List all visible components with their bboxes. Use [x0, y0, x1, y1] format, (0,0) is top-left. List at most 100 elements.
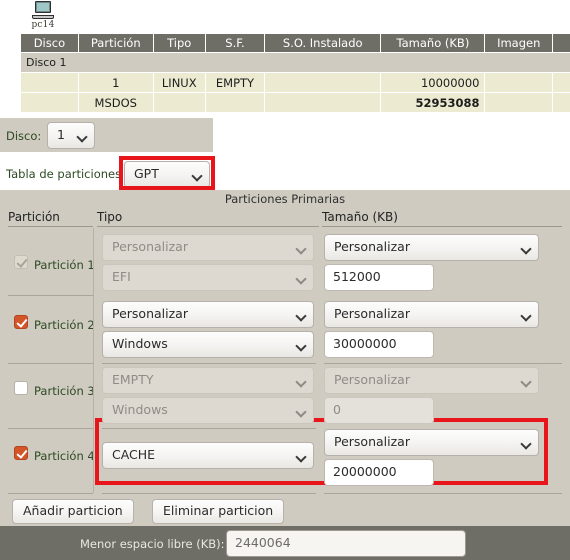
divider: [322, 226, 562, 227]
partition-1-checkbox[interactable]: [14, 255, 28, 269]
partition-row-3: Partición 3 EMPTY Windows Personalizar 0: [0, 364, 570, 429]
partition-2-type-preset-select[interactable]: Personalizar: [102, 301, 314, 328]
partition-3-size-preset-select[interactable]: Personalizar: [324, 367, 539, 394]
partition-3-type-preset-select[interactable]: EMPTY: [102, 367, 314, 394]
cell-tipo: LINUX: [153, 73, 205, 92]
divider: [102, 493, 316, 494]
chevron-down-icon: [297, 275, 306, 280]
cell-imagen: [485, 93, 552, 112]
col-so[interactable]: S.O. Instalado: [265, 34, 381, 52]
cell-particion: MSDOS: [78, 93, 153, 112]
chevron-down-icon: [297, 342, 306, 347]
col-extra[interactable]: [553, 34, 570, 52]
partition-2-size-input[interactable]: 30000000: [324, 331, 434, 358]
table-row[interactable]: 1 LINUX EMPTY 10000000: [21, 73, 570, 92]
header-tamano: Tamaño (KB): [322, 210, 398, 224]
host-label: pc14: [31, 20, 55, 30]
cell-so: [265, 73, 381, 92]
cell-extra: [553, 73, 570, 92]
free-space-label: Menor espacio libre (KB):: [80, 537, 225, 551]
computer-icon: [32, 1, 54, 19]
partition-1-type-value: EFI: [112, 269, 131, 284]
partition-2-type-preset-value: Personalizar: [112, 306, 188, 321]
partition-3-size-input[interactable]: 0: [324, 397, 434, 424]
partition-row-1: Partición 1 Personalizar EFI Personaliza…: [0, 228, 570, 296]
chevron-down-icon: [297, 378, 306, 383]
cell-tipo: [153, 93, 205, 112]
partition-1-type-preset-value: Personalizar: [112, 239, 188, 254]
col-sf[interactable]: S.F.: [205, 34, 265, 52]
remove-partition-button[interactable]: Eliminar particion: [152, 499, 285, 524]
add-partition-button[interactable]: Añadir particion: [12, 499, 134, 524]
partition-3-checkbox[interactable]: [14, 381, 28, 395]
divider: [8, 226, 93, 227]
partition-1-size-preset-value: Personalizar: [334, 239, 410, 254]
chevron-down-icon: [522, 245, 531, 250]
partition-4-size-input[interactable]: 20000000: [324, 459, 434, 486]
partition-button-bar: Añadir particion Eliminar particion: [0, 496, 570, 526]
partition-1-size-input[interactable]: 512000: [324, 264, 434, 291]
partition-table-value: GPT: [134, 166, 159, 181]
partition-4-checkbox[interactable]: [14, 446, 28, 460]
divider: [97, 226, 319, 227]
host-icon-block: pc14: [20, 1, 66, 30]
cell-tamano: 52953088: [381, 93, 485, 112]
col-tipo[interactable]: Tipo: [153, 34, 205, 52]
partition-2-label: Partición 2: [34, 318, 95, 332]
divider: [324, 493, 562, 494]
col-tamano[interactable]: Tamaño (KB): [381, 34, 485, 52]
partition-row-4: Partición 4 CACHE Personalizar 20000000: [0, 429, 570, 496]
disk-table: Disco Partición Tipo S.F. S.O. Instalado…: [20, 33, 570, 113]
disk-select-label: Disco:: [6, 129, 42, 143]
footer-bar: Menor espacio libre (KB): 2440064: [0, 526, 570, 560]
free-space-input[interactable]: 2440064: [226, 530, 466, 557]
partition-4-size-preset-select[interactable]: Personalizar: [324, 429, 539, 456]
partition-3-size-preset-value: Personalizar: [334, 372, 410, 387]
disk-select-value: 1: [57, 127, 65, 142]
cell-sf: EMPTY: [205, 73, 265, 92]
chevron-down-icon: [522, 440, 531, 445]
partition-3-type-select[interactable]: Windows: [102, 397, 314, 424]
partition-2-size-preset-select[interactable]: Personalizar: [324, 301, 539, 328]
disk-group-row[interactable]: Disco 1: [21, 53, 570, 72]
divider: [93, 429, 94, 493]
chevron-down-icon: [78, 133, 87, 138]
primary-partitions-panel: Particiones Primarias Partición Tipo Tam…: [0, 190, 570, 496]
disk-select[interactable]: 1: [47, 122, 95, 149]
partition-3-label: Partición 3: [34, 384, 95, 398]
partition-4-label: Partición 4: [34, 449, 95, 463]
partition-table-row: Tabla de particiones GPT: [0, 156, 570, 190]
cell-tamano: 10000000: [381, 73, 485, 92]
partition-4-size-preset-value: Personalizar: [334, 434, 410, 449]
chevron-down-icon: [297, 408, 306, 413]
table-row[interactable]: MSDOS 52953088: [21, 93, 570, 112]
partition-2-size-preset-value: Personalizar: [334, 306, 410, 321]
header-tipo: Tipo: [97, 210, 123, 224]
cell-disco: [21, 93, 78, 112]
partition-1-size-preset-select[interactable]: Personalizar: [324, 234, 539, 261]
partition-2-type-select[interactable]: Windows: [102, 331, 314, 358]
partition-table-select[interactable]: GPT: [124, 161, 210, 188]
cell-imagen: [485, 73, 552, 92]
partition-row-2: Partición 2 Personalizar Windows Persona…: [0, 296, 570, 364]
cell-particion: 1: [78, 73, 153, 92]
col-imagen[interactable]: Imagen: [485, 34, 552, 52]
chevron-down-icon: [297, 453, 306, 458]
header-particion: Partición: [8, 210, 60, 224]
primary-partitions-title: Particiones Primarias: [224, 192, 346, 206]
disk-select-band: Disco: 1: [0, 118, 213, 152]
disk-table-header-row: Disco Partición Tipo S.F. S.O. Instalado…: [21, 34, 570, 52]
divider: [8, 493, 93, 494]
partition-2-type-value: Windows: [112, 336, 168, 351]
col-particion[interactable]: Partición: [78, 34, 153, 52]
partition-table-label: Tabla de particiones: [6, 167, 122, 181]
partition-1-type-select[interactable]: EFI: [102, 264, 314, 291]
col-disco[interactable]: Disco: [21, 34, 78, 52]
chevron-down-icon: [297, 245, 306, 250]
partition-1-label: Partición 1: [34, 258, 95, 272]
divider: [93, 364, 94, 429]
partition-2-checkbox[interactable]: [14, 315, 28, 329]
partition-1-type-preset-select[interactable]: Personalizar: [102, 234, 314, 261]
divider: [93, 228, 94, 296]
partition-4-type-select[interactable]: CACHE: [102, 442, 314, 469]
